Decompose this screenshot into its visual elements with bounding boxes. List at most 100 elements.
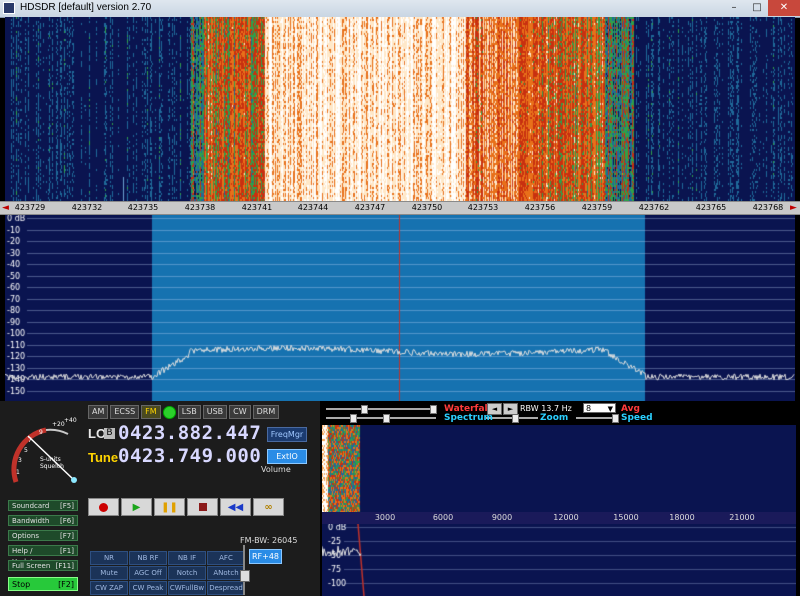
zoom-slider-handle[interactable] <box>512 414 519 423</box>
frequency-tick-label: 423747 <box>354 203 386 212</box>
s-meter-scale-label: 5 <box>24 447 28 454</box>
mode-indicator-icon <box>162 406 176 419</box>
side-button-key: [F11] <box>55 562 74 570</box>
rf-spectrum-display[interactable] <box>5 215 795 401</box>
mode-drm[interactable]: DRM <box>252 405 280 419</box>
dsp-button-nb-rf[interactable]: NB RF <box>129 551 167 565</box>
frequency-tick-label: 423762 <box>638 203 670 212</box>
audio-tick-label: 15000 <box>613 513 639 522</box>
minimize-button[interactable]: – <box>722 0 746 16</box>
dsp-button-cwfullbw[interactable]: CWFullBw <box>168 581 206 595</box>
speed-slider-handle[interactable] <box>612 414 619 423</box>
mode-fm[interactable]: FM <box>141 405 161 419</box>
frequency-tick-label: 423735 <box>127 203 159 212</box>
rf-gain-button[interactable]: RF+48 <box>249 549 282 564</box>
side-button-bandwidth[interactable]: Bandwidth [F6] <box>8 515 78 526</box>
spectrum-contrast-handle[interactable] <box>383 414 390 423</box>
rbw-increase-icon[interactable]: ► <box>503 403 518 415</box>
waterfall-slider[interactable] <box>326 408 436 410</box>
side-button-key: [F6] <box>60 517 74 525</box>
dsp-button-cw-peak[interactable]: CW Peak <box>129 581 167 595</box>
mode-lsb[interactable]: LSB <box>177 405 201 419</box>
waterfall-contrast-handle[interactable] <box>430 405 437 414</box>
lo-bank-button[interactable]: B <box>104 428 115 439</box>
rbw-decrease-icon[interactable]: ◄ <box>487 403 502 415</box>
spectrum-slider[interactable] <box>326 417 436 419</box>
mode-selector: AM ECSS FM LSB USB CW DRM <box>88 405 280 419</box>
play-button[interactable]: ▶ <box>121 498 152 516</box>
dsp-button-mute[interactable]: Mute <box>90 566 128 580</box>
avg-select[interactable]: 8 ▼ <box>583 403 616 413</box>
volume-slider-handle[interactable] <box>240 570 250 582</box>
stop-transport-button[interactable] <box>187 498 218 516</box>
frequency-tick-label: 423765 <box>695 203 727 212</box>
loop-icon: ∞ <box>264 501 273 513</box>
transport-controls: ▶ ❚❚ ◀◀ ∞ <box>88 498 284 516</box>
lo-frequency[interactable]: 0423.882.447 <box>118 422 261 444</box>
frequency-axis[interactable]: ◄ ► 423729 423732 423735 423738 423741 423744… <box>0 201 800 215</box>
s-meter-scale-label: +20 <box>52 421 65 428</box>
close-button[interactable]: ✕ <box>768 0 800 16</box>
audio-tick-label: 9000 <box>491 513 513 522</box>
s-meter-scale-label: +40 <box>64 417 77 424</box>
s-units-label: S-units <box>40 456 61 463</box>
mode-ecss[interactable]: ECSS <box>110 405 140 419</box>
side-button-help-update[interactable]: Help / Update [F1] <box>8 545 78 566</box>
side-button-label: Options <box>12 532 40 540</box>
side-button-key: [F5] <box>60 502 74 510</box>
stop-key: [F2] <box>58 580 74 589</box>
dsp-button-cw-zap[interactable]: CW ZAP <box>90 581 128 595</box>
extio-button[interactable]: ExtIO <box>267 449 307 464</box>
mode-cw[interactable]: CW <box>229 405 251 419</box>
mode-usb[interactable]: USB <box>202 405 228 419</box>
scroll-left-icon[interactable]: ◄ <box>2 203 9 213</box>
side-button-options[interactable]: Options [F7] <box>8 530 78 541</box>
app-icon <box>3 2 15 14</box>
pause-icon: ❚❚ <box>161 501 178 513</box>
record-button[interactable] <box>88 498 119 516</box>
rf-waterfall-display[interactable] <box>5 17 795 201</box>
audio-waterfall-display[interactable] <box>322 425 796 512</box>
fm-bandwidth: FM-BW: 26045 <box>240 536 298 545</box>
dsp-button-nb-if[interactable]: NB IF <box>168 551 206 565</box>
scroll-right-icon[interactable]: ► <box>790 203 797 213</box>
dsp-button-notch[interactable]: Notch <box>168 566 206 580</box>
freqmgr-button[interactable]: FreqMgr <box>267 427 307 442</box>
spectrum-slider-handle[interactable] <box>350 414 357 423</box>
frequency-tick-label: 423759 <box>581 203 613 212</box>
side-button-label: Soundcard <box>12 502 50 510</box>
side-button-full-screen[interactable]: Full Screen [F11] <box>8 560 78 571</box>
side-button-key: [F7] <box>60 532 74 540</box>
stop-icon <box>198 503 207 511</box>
squelch-label: Squelch <box>40 463 64 470</box>
frequency-tick-label: 423768 <box>752 203 784 212</box>
spectrum-label: Spectrum <box>444 413 493 423</box>
avg-value: 8 <box>586 404 592 413</box>
rewind-button[interactable]: ◀◀ <box>220 498 251 516</box>
side-button-label: Help / Update <box>12 547 37 566</box>
waterfall-slider-handle[interactable] <box>361 405 368 414</box>
maximize-button[interactable]: □ <box>746 0 768 16</box>
rbw-value: RBW 13.7 Hz <box>520 404 572 413</box>
s-meter-scale-label: 7 <box>28 437 32 444</box>
side-button-soundcard[interactable]: Soundcard [F5] <box>8 500 78 511</box>
pause-button[interactable]: ❚❚ <box>154 498 185 516</box>
dsp-button-nr[interactable]: NR <box>90 551 128 565</box>
dsp-button-despread[interactable]: Despread <box>207 581 245 595</box>
frequency-tick-label: 423753 <box>467 203 499 212</box>
play-icon: ▶ <box>132 501 141 513</box>
mode-am[interactable]: AM <box>88 405 109 419</box>
chevron-down-icon: ▼ <box>607 405 613 413</box>
audio-spectrum-display[interactable] <box>322 524 796 596</box>
speed-label: Speed <box>621 413 653 423</box>
audio-tick-label: 18000 <box>669 513 695 522</box>
dsp-button-afc[interactable]: AFC <box>207 551 245 565</box>
dsp-button-agc-off[interactable]: AGC Off <box>129 566 167 580</box>
side-button-label: Full Screen <box>12 562 51 570</box>
frequency-tick-label: 423729 <box>14 203 46 212</box>
stop-button[interactable]: Stop [F2] <box>8 577 78 591</box>
side-button-key: [F1] <box>60 547 74 555</box>
frequency-tick-label: 423741 <box>241 203 273 212</box>
loop-button[interactable]: ∞ <box>253 498 284 516</box>
tune-frequency[interactable]: 0423.749.000 <box>118 445 261 467</box>
